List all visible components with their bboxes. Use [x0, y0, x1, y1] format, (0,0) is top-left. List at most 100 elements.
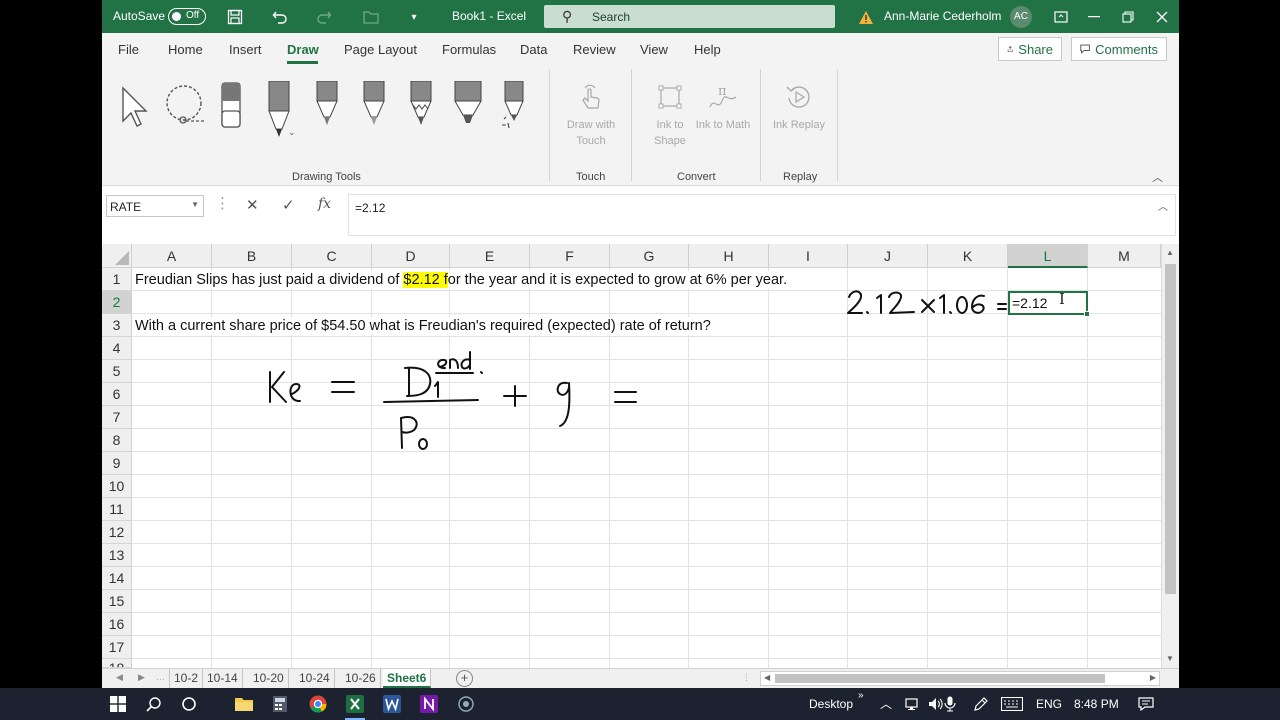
- row-header-15[interactable]: 15: [102, 590, 132, 613]
- chrome-icon[interactable]: [304, 692, 332, 716]
- collapse-ribbon-icon[interactable]: ︿: [1152, 169, 1163, 185]
- expand-formula-bar-icon[interactable]: ︿: [1158, 198, 1168, 213]
- tab-home[interactable]: Home: [168, 42, 203, 57]
- hscroll-thumb[interactable]: [775, 674, 1105, 683]
- row-header-5[interactable]: 5: [102, 360, 132, 383]
- row-header-10[interactable]: 10: [102, 475, 132, 498]
- row-header-8[interactable]: 8: [102, 429, 132, 452]
- onenote-app-icon[interactable]: [415, 692, 443, 716]
- row-header-1[interactable]: 1: [102, 268, 132, 291]
- tab-split-handle-icon[interactable]: ⋮: [742, 672, 751, 683]
- ink-to-shape-button[interactable]: Ink to Shape: [642, 77, 698, 149]
- name-box[interactable]: RATE ▼: [106, 195, 204, 217]
- row-header-12[interactable]: 12: [102, 521, 132, 544]
- column-header-l[interactable]: L: [1008, 244, 1088, 268]
- scroll-right-icon[interactable]: ▶: [1150, 673, 1156, 682]
- calculator-icon[interactable]: [266, 692, 294, 716]
- enter-icon[interactable]: ✓: [282, 196, 295, 214]
- show-hidden-icons-icon[interactable]: ︿: [880, 695, 892, 712]
- row-header-6[interactable]: 6: [102, 383, 132, 406]
- notifications-icon[interactable]: [1132, 692, 1160, 716]
- avatar[interactable]: AC: [1010, 6, 1032, 28]
- redo-icon[interactable]: [313, 6, 335, 28]
- tab-draw[interactable]: Draw: [287, 42, 319, 57]
- sheet-tab-10-2[interactable]: 10-2: [169, 669, 204, 688]
- sheet-tab-10-26[interactable]: 10-26: [341, 669, 381, 688]
- search-icon[interactable]: [140, 692, 168, 716]
- microphone-icon[interactable]: [936, 692, 964, 716]
- tab-help[interactable]: Help: [694, 42, 721, 57]
- scroll-up-icon[interactable]: ▲: [1166, 248, 1174, 257]
- cortana-icon[interactable]: [175, 692, 203, 716]
- tab-review[interactable]: Review: [573, 42, 616, 57]
- autosave-toggle[interactable]: Off: [168, 8, 206, 25]
- column-header-h[interactable]: H: [689, 244, 769, 268]
- pen-gray-icon[interactable]: [314, 80, 340, 132]
- row-header-9[interactable]: 9: [102, 452, 132, 475]
- next-sheet-icon[interactable]: ▶: [138, 672, 145, 683]
- sheet-tab-10-20[interactable]: 10-20: [249, 669, 289, 688]
- scroll-down-icon[interactable]: ▼: [1166, 654, 1174, 663]
- sheet-tab-10-24[interactable]: 10-24: [295, 669, 335, 688]
- toolbar-overflow-icon[interactable]: »: [858, 690, 864, 701]
- search-box[interactable]: ⚲ Search: [544, 5, 835, 28]
- file-explorer-icon[interactable]: [230, 692, 258, 716]
- comments-button[interactable]: Comments: [1071, 37, 1167, 61]
- worksheet-grid[interactable]: A B C D E F G H I J K L M 1 2 3 4 5 6 7 …: [102, 244, 1179, 668]
- pen-workspace-icon[interactable]: [967, 692, 995, 716]
- tab-formulas[interactable]: Formulas: [442, 42, 496, 57]
- lasso-select-icon[interactable]: [163, 83, 209, 134]
- touch-keyboard-icon[interactable]: [998, 692, 1026, 716]
- fill-handle[interactable]: [1084, 311, 1090, 317]
- excel-app-icon[interactable]: [341, 692, 369, 720]
- row-header-3[interactable]: 3: [102, 314, 132, 337]
- tab-view[interactable]: View: [640, 42, 668, 57]
- formula-input[interactable]: =2.12: [348, 194, 1176, 236]
- row-header-17[interactable]: 17: [102, 636, 132, 659]
- tab-file[interactable]: File: [118, 42, 139, 57]
- share-button[interactable]: Share: [998, 37, 1062, 61]
- sheet-tab-10-14[interactable]: 10-14: [203, 669, 243, 688]
- pen-light-icon[interactable]: [361, 80, 387, 132]
- cell-a3[interactable]: With a current share price of $54.50 wha…: [135, 317, 711, 335]
- save-icon[interactable]: [224, 6, 246, 28]
- tab-insert[interactable]: Insert: [229, 42, 262, 57]
- horizontal-scrollbar[interactable]: ◀ ▶: [760, 671, 1160, 686]
- column-header-g[interactable]: G: [610, 244, 689, 268]
- close-icon[interactable]: [1151, 6, 1173, 28]
- column-header-c[interactable]: C: [292, 244, 372, 268]
- eraser-icon[interactable]: [220, 81, 242, 134]
- recording-app-icon[interactable]: [452, 692, 480, 716]
- clock[interactable]: 8:48 PM: [1074, 697, 1119, 711]
- action-pen-icon[interactable]: [500, 80, 528, 134]
- highlighter-icon[interactable]: [453, 80, 483, 132]
- customize-qat-icon[interactable]: ▾: [403, 6, 425, 28]
- warning-icon[interactable]: [855, 6, 877, 28]
- column-header-f[interactable]: F: [530, 244, 610, 268]
- language-indicator[interactable]: ENG: [1036, 697, 1062, 711]
- word-app-icon[interactable]: [378, 692, 406, 716]
- cell-a1[interactable]: Freudian Slips has just paid a dividend …: [135, 271, 788, 289]
- scroll-left-icon[interactable]: ◀: [764, 673, 770, 682]
- tab-page-layout[interactable]: Page Layout: [344, 42, 417, 57]
- vertical-scrollbar[interactable]: ▲ ▼: [1161, 244, 1179, 668]
- column-header-i[interactable]: I: [769, 244, 848, 268]
- row-header-14[interactable]: 14: [102, 567, 132, 590]
- restore-icon[interactable]: [1117, 6, 1139, 28]
- minimize-icon[interactable]: [1083, 6, 1105, 28]
- row-header-18[interactable]: 18: [102, 659, 132, 668]
- pen-dropdown-icon[interactable]: ⌄: [288, 127, 296, 138]
- cancel-icon[interactable]: ✕: [246, 196, 259, 214]
- row-header-16[interactable]: 16: [102, 613, 132, 636]
- row-header-2[interactable]: 2: [102, 291, 132, 314]
- row-header-11[interactable]: 11: [102, 498, 132, 521]
- more-sheets-left-icon[interactable]: …: [156, 672, 165, 682]
- undo-icon[interactable]: [269, 6, 291, 28]
- desktop-toolbar-label[interactable]: Desktop: [809, 697, 853, 711]
- column-header-d[interactable]: D: [372, 244, 450, 268]
- ink-to-math-button[interactable]: π Ink to Math: [695, 77, 751, 133]
- draw-with-touch-button[interactable]: Draw with Touch: [563, 77, 619, 149]
- sheet-tab-sheet6[interactable]: Sheet6: [383, 669, 432, 688]
- scroll-thumb[interactable]: [1165, 264, 1176, 594]
- row-header-13[interactable]: 13: [102, 544, 132, 567]
